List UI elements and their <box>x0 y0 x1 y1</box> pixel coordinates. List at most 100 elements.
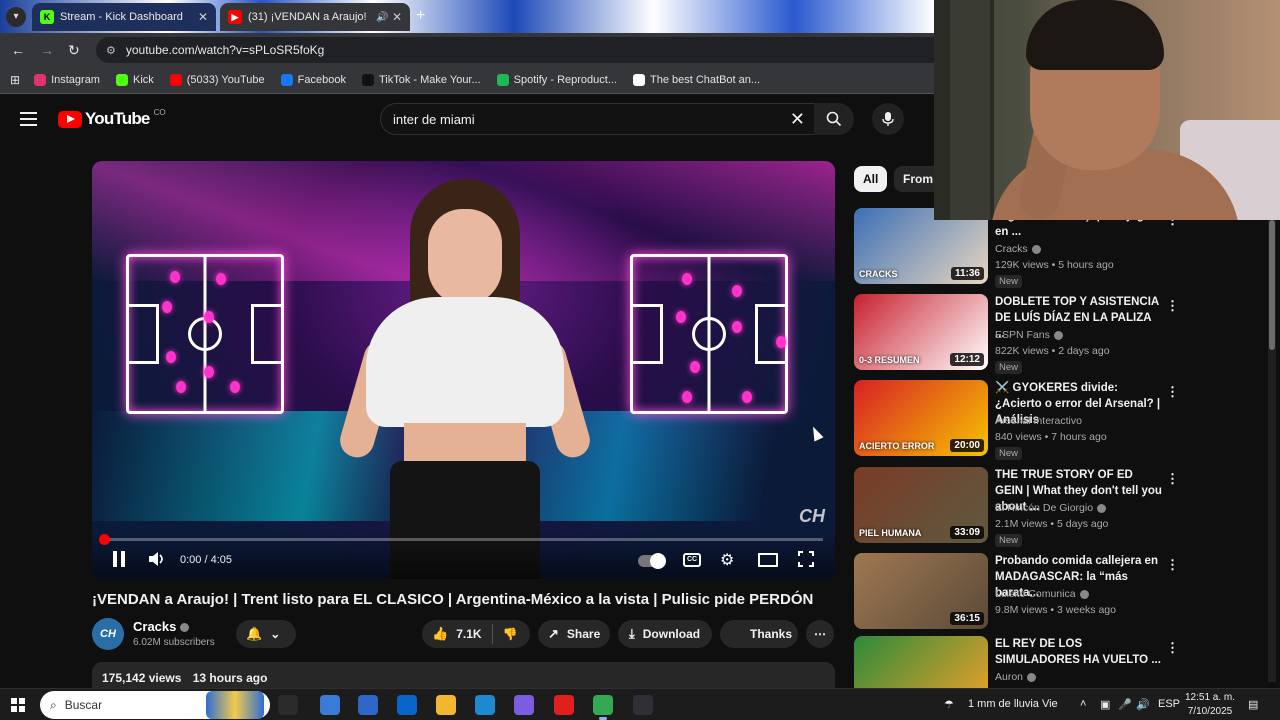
windows-taskbar: ⌕ Buscar ☂ 1 mm de lluvia Vie ˄ ▣ 🎤 🔊 ES… <box>0 688 1280 720</box>
share-icon: ↗ <box>548 626 559 641</box>
notifications-icon[interactable]: ▤ <box>1248 698 1258 711</box>
recommended-video[interactable]: PIEL HUMANA 33:09 THE TRUE STORY OF ED GEI… <box>854 467 1184 547</box>
outlook-icon[interactable] <box>397 695 417 715</box>
reload-icon[interactable]: ↻ <box>68 42 80 59</box>
menu-icon[interactable] <box>20 112 37 126</box>
divider <box>491 624 493 644</box>
media-app-icon[interactable] <box>320 695 340 715</box>
theater-mode-button[interactable] <box>758 553 778 570</box>
sidebar-scrollbar[interactable] <box>1268 220 1276 682</box>
weather-icon[interactable]: ☂ <box>944 698 954 711</box>
language-indicator[interactable]: ESP <box>1158 698 1180 710</box>
fullscreen-button[interactable] <box>798 551 814 570</box>
chevron-up-icon[interactable]: ˄ <box>1080 698 1086 710</box>
weather-text[interactable]: 1 mm de lluvia Vie <box>968 698 1058 710</box>
pause-button[interactable] <box>112 551 126 570</box>
speaker-icon[interactable]: 🔊 <box>1136 698 1150 711</box>
recommended-video[interactable]: 0-3 RESUMEN 12:12 DOBLETE TOP Y ASISTENCIA… <box>854 294 1184 374</box>
thumbnail-text: CRACKS <box>859 269 898 279</box>
more-actions-button[interactable]: ⋯ <box>806 620 834 648</box>
search-button[interactable] <box>814 103 854 135</box>
video-title[interactable]: EL REY DE LOS SIMULADORES HA VUELTO ... <box>995 636 1163 668</box>
video-thumbnail[interactable]: PIEL HUMANA 33:09 <box>854 467 988 543</box>
site-info-icon[interactable]: ⚙ <box>106 44 116 57</box>
browser-toolbar: ← → ↻ ⚙ youtube.com/watch?v=sPLoSR5foKg <box>0 33 934 67</box>
channel-name[interactable]: Arsenal Interactivo <box>995 415 1082 427</box>
taskbar-search[interactable]: ⌕ Buscar <box>40 691 270 719</box>
more-options-icon[interactable]: ⋮ <box>1166 471 1179 487</box>
channel-name[interactable]: Auron <box>995 671 1037 683</box>
windows-start-icon[interactable] <box>11 698 25 712</box>
video-thumbnail[interactable]: 36:15 <box>854 553 988 629</box>
tab-search-icon[interactable]: ▾ <box>6 7 26 27</box>
video-player[interactable]: CH 0:00 / 4:05 CC ⚙ <box>92 161 835 579</box>
settings-gear-icon[interactable]: ⚙ <box>720 550 734 570</box>
more-options-icon[interactable]: ⋮ <box>1166 298 1179 314</box>
channel-name[interactable]: Cracks <box>133 619 190 634</box>
bookmark-item[interactable]: Instagram <box>34 74 100 86</box>
file-explorer-icon[interactable] <box>436 695 456 715</box>
store-icon[interactable] <box>358 695 378 715</box>
close-tab-icon[interactable]: ✕ <box>392 10 402 24</box>
search-input[interactable]: inter de miami ✕ <box>380 103 820 135</box>
autoplay-toggle[interactable] <box>638 553 666 569</box>
recommended-video[interactable]: 36:15 Probando comida callejera en MADAGA… <box>854 553 1184 631</box>
speaker-icon[interactable]: 🔊 <box>376 12 388 23</box>
channel-name-text: Auron <box>995 671 1024 683</box>
forward-arrow-icon[interactable]: → <box>40 42 54 58</box>
tab-youtube-video[interactable]: ▶ (31) ¡VENDAN a Araujo! | Tr 🔊 ✕ <box>220 3 410 31</box>
bookmark-item[interactable]: Facebook <box>280 74 346 86</box>
more-options-icon[interactable]: ⋮ <box>1166 640 1179 656</box>
bookmark-item[interactable]: The best ChatBot an... <box>633 74 760 86</box>
verified-badge-icon <box>1031 244 1041 254</box>
network-icon[interactable]: ▣ <box>1100 698 1110 711</box>
youtube-logo[interactable]: YouTube CO <box>58 108 166 129</box>
back-arrow-icon[interactable]: ← <box>11 42 25 58</box>
more-options-icon[interactable]: ⋮ <box>1166 384 1179 400</box>
bookmark-item[interactable]: (5033) YouTube <box>169 74 265 86</box>
voice-search-button[interactable] <box>872 103 904 135</box>
channel-name[interactable]: ESPN Fans <box>995 329 1063 341</box>
video-duration: 12:12 <box>950 353 984 366</box>
volume-button[interactable] <box>148 551 166 570</box>
dislike-button[interactable]: 👎 <box>503 627 518 641</box>
video-thumbnail[interactable]: 0-3 RESUMEN 12:12 <box>854 294 988 370</box>
edge-icon[interactable] <box>475 695 495 715</box>
chip-all[interactable]: All <box>854 166 888 192</box>
chrome-icon[interactable] <box>593 695 613 720</box>
channel-name[interactable]: Luisito Comunica <box>995 588 1089 600</box>
subtitles-button[interactable]: CC <box>683 553 701 567</box>
subscribed-notifications-button[interactable]: 🔔 ⌄ <box>236 620 296 648</box>
share-button[interactable]: ↗ Share <box>538 620 610 648</box>
address-bar[interactable]: ⚙ youtube.com/watch?v=sPLoSR5foKg <box>96 37 934 63</box>
task-view-icon[interactable] <box>278 695 298 715</box>
channel-avatar[interactable]: CH <box>92 618 124 650</box>
youtube-app-icon[interactable] <box>554 695 574 715</box>
scrubber-handle[interactable] <box>99 534 110 545</box>
tab-kick-dashboard[interactable]: K Stream - Kick Dashboard ✕ <box>32 3 216 31</box>
more-options-icon[interactable]: ⋮ <box>1166 557 1179 573</box>
channel-name[interactable]: El Rincón De Giorgio <box>995 502 1107 514</box>
obs-icon[interactable] <box>633 695 653 715</box>
bookmark-item[interactable]: TikTok - Make Your... <box>361 74 481 86</box>
verified-badge-icon <box>1053 330 1063 340</box>
like-button[interactable]: 👍 7.1K <box>432 626 482 642</box>
download-button[interactable]: ⤓ Download <box>618 620 712 648</box>
clock[interactable]: 12:51 a. m. 7/10/2025 <box>1180 691 1240 719</box>
bookmark-item[interactable]: Spotify - Reproduct... <box>496 74 617 86</box>
recommended-video[interactable]: ACIERTO ERROR 20:00 ⚔️ GYOKERES divide: ¿A… <box>854 380 1184 460</box>
progress-bar[interactable] <box>99 534 823 545</box>
copilot-icon[interactable] <box>514 695 534 715</box>
apps-grid-icon[interactable]: ⊞ <box>10 73 20 87</box>
video-meta: 840 views • 7 hours ago <box>995 431 1107 443</box>
clear-search-icon[interactable]: ✕ <box>790 109 805 130</box>
new-tab-button[interactable]: + <box>416 7 425 25</box>
video-thumbnail[interactable]: ACIERTO ERROR 20:00 <box>854 380 988 456</box>
bookmark-item[interactable]: Kick <box>115 74 154 86</box>
video-meta: 9.8M views • 3 weeks ago <box>995 604 1116 616</box>
thanks-button[interactable]: Thanks <box>720 620 798 648</box>
chevron-down-icon: ⌄ <box>270 627 281 641</box>
close-tab-icon[interactable]: ✕ <box>198 10 208 24</box>
channel-name[interactable]: Cracks <box>995 243 1041 255</box>
microphone-icon[interactable]: 🎤 <box>1118 698 1132 711</box>
